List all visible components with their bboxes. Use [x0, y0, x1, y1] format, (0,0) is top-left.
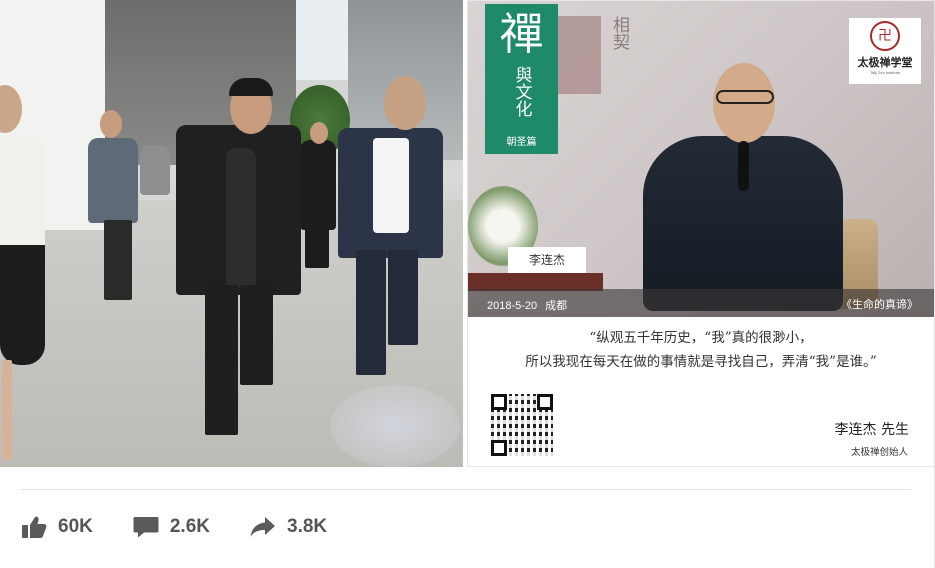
- share-count: 3.8K: [287, 516, 328, 537]
- seal-logo-icon: 卍: [870, 21, 900, 51]
- poster-caption-city: 成都: [545, 300, 568, 312]
- poster-caption-date: 2018-5-20: [487, 300, 538, 312]
- qr-code-icon: [491, 394, 553, 456]
- thumbs-up-icon: [22, 516, 47, 538]
- poster-corner-text: 相契: [609, 16, 629, 50]
- poster-series-mid: 與文化: [511, 66, 532, 117]
- poster-caption-title: 《生命的真谛》: [841, 298, 918, 311]
- poster-series-big: 禪: [499, 9, 544, 60]
- reactions-bar: 60K 2.6K 3.8K: [21, 510, 367, 544]
- poster-quote-line2: 所以我现在每天在做的事情就是寻找自己，弄清“我”是谁。”: [525, 354, 877, 370]
- reactions-divider: [21, 489, 911, 490]
- comment-icon: [133, 517, 159, 538]
- share-button[interactable]: 3.8K: [250, 516, 327, 538]
- poster-glasses: [716, 90, 774, 104]
- share-arrow-icon: [250, 517, 275, 537]
- photo-blur: [330, 385, 460, 467]
- poster-logo-text: 太极禅学堂: [857, 56, 913, 69]
- poster-signature-role: 太极禅创始人: [850, 447, 908, 458]
- poster-signature-name: 李连杰 先生: [834, 422, 909, 438]
- like-count: 60K: [58, 516, 93, 537]
- post-photo-poster[interactable]: 相契 李连杰 禪 與文化 朝圣篇 卍 太极禅学堂 Taiji Zen Insti…: [467, 0, 935, 467]
- poster-quote-line1: “纵观五千年历史，“我”真的很渺小，: [589, 330, 813, 346]
- poster-caption-date-group: 2018-5-20 成都: [487, 297, 567, 313]
- post-card: 相契 李连杰 禪 與文化 朝圣篇 卍 太极禅学堂 Taiji Zen Insti…: [0, 0, 935, 568]
- poster-logo: 卍 太极禅学堂 Taiji Zen Institute: [849, 18, 921, 84]
- like-button[interactable]: 60K: [21, 515, 93, 539]
- poster-caption-bar: 2018-5-20 成都 《生命的真谛》: [468, 289, 934, 317]
- comment-button[interactable]: 2.6K: [133, 515, 210, 539]
- poster-series-small: 朝圣篇: [506, 137, 537, 148]
- post-photo-street[interactable]: [0, 0, 463, 467]
- poster-series-badge: 禪 與文化 朝圣篇: [485, 4, 558, 154]
- comment-count: 2.6K: [169, 516, 210, 537]
- poster-logo-subtext: Taiji Zen Institute: [869, 70, 900, 75]
- poster-name-card: 李连杰: [508, 247, 586, 273]
- poster-quote: “纵观五千年历史，“我”真的很渺小， 所以我现在每天在做的事情就是寻找自己，弄清…: [468, 326, 934, 374]
- poster-photo: 相契 李连杰 禪 與文化 朝圣篇 卍 太极禅学堂 Taiji Zen Insti…: [468, 1, 934, 317]
- microphone-icon: [738, 141, 749, 191]
- photo-sky: [296, 0, 348, 80]
